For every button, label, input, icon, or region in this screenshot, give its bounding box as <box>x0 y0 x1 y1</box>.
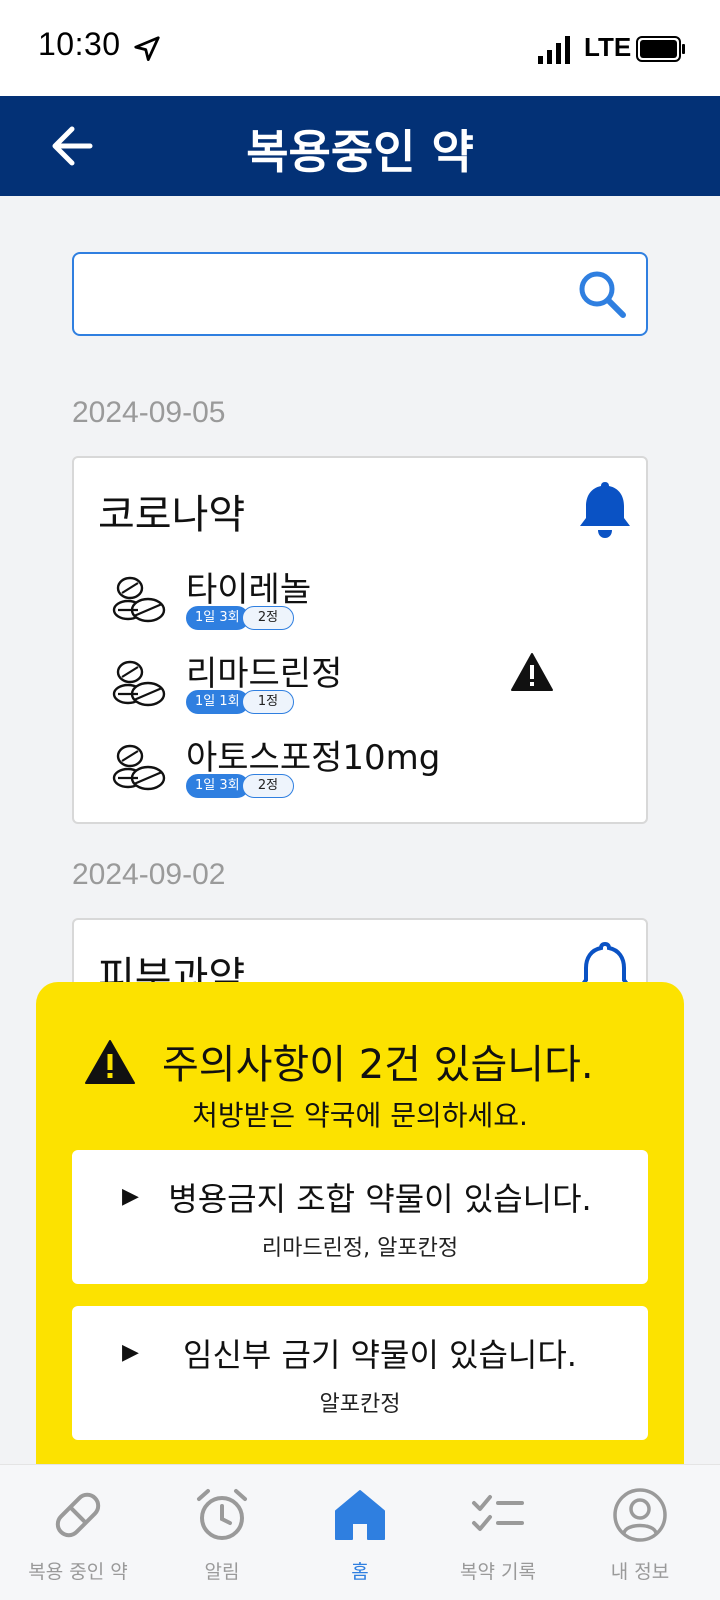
caution-title: 주의사항이 2건 있습니다. <box>162 1042 594 1088</box>
medication-item[interactable]: 타이레놀 1일 3회 2정 <box>74 562 650 642</box>
pills-icon <box>112 576 166 623</box>
prescription-date: 2024-09-02 <box>72 858 226 891</box>
caution-subtitle: 처방받은 약국에 문의하세요. <box>192 1099 528 1132</box>
quantity-badge: 2정 <box>242 774 294 798</box>
battery-icon <box>636 36 685 62</box>
nav-label: 복용 중인 약 <box>28 1561 128 1583</box>
caution-item-interaction[interactable]: ▶ 병용금지 조합 약물이 있습니다. 리마드린정, 알포칸정 <box>72 1150 648 1284</box>
search-input[interactable] <box>88 264 558 324</box>
warning-icon <box>85 1040 135 1084</box>
medication-item[interactable]: 아토스포정10mg 1일 3회 2정 <box>74 730 650 810</box>
pills-icon <box>112 744 166 791</box>
caution-item-pregnancy[interactable]: ▶ 임신부 금기 약물이 있습니다. 알포칸정 <box>72 1306 648 1440</box>
medication-name: 리마드린정 <box>186 654 343 694</box>
pills-icon <box>112 660 166 707</box>
search-icon[interactable] <box>576 268 628 320</box>
quantity-badge: 2정 <box>242 606 294 630</box>
frequency-badge: 1일 3회 <box>186 606 249 630</box>
nav-item-records[interactable]: 복약 기록 <box>426 1465 570 1600</box>
nav-label: 알림 <box>204 1561 240 1583</box>
medication-name: 아토스포정10mg <box>186 738 441 778</box>
search-box <box>72 252 648 336</box>
prescription-title: 코로나약 <box>98 492 246 538</box>
caution-item-title: 병용금지 조합 약물이 있습니다. <box>168 1180 592 1218</box>
caution-item-detail: 리마드린정, 알포칸정 <box>261 1236 459 1261</box>
prescription-date: 2024-09-05 <box>72 396 226 429</box>
caution-panel: 주의사항이 2건 있습니다. 처방받은 약국에 문의하세요. ▶ 병용금지 조합… <box>36 982 684 1502</box>
nav-label: 내 정보 <box>610 1561 670 1583</box>
network-type: LTE <box>584 32 632 62</box>
nav-label: 홈 <box>351 1561 369 1583</box>
home-icon <box>335 1490 385 1540</box>
frequency-badge: 1일 3회 <box>186 774 249 798</box>
frequency-badge: 1일 1회 <box>186 690 249 714</box>
app-header: 복용중인 약 <box>0 96 720 196</box>
nav-item-home[interactable]: 홈 <box>288 1465 432 1600</box>
nav-item-profile[interactable]: 내 정보 <box>568 1465 712 1600</box>
caution-item-title: 임신부 금기 약물이 있습니다. <box>183 1336 577 1374</box>
prescription-card[interactable]: 코로나약 타이레놀 1일 3회 2정 리마드린정 1일 1회 1정 아토스포정1… <box>72 456 648 824</box>
bottom-nav: 복용 중인 약 알림 홈 복약 기록 내 정보 <box>0 1464 720 1600</box>
warning-icon <box>511 653 553 691</box>
status-bar: 10:30 LTE <box>0 0 720 96</box>
nav-item-medications[interactable]: 복용 중인 약 <box>6 1465 150 1600</box>
nav-item-alarms[interactable]: 알림 <box>150 1465 294 1600</box>
page-title: 복용중인 약 <box>246 125 474 179</box>
pill-icon <box>55 1492 101 1538</box>
bell-icon[interactable] <box>574 478 636 542</box>
status-time: 10:30 <box>38 26 121 62</box>
profile-icon <box>613 1488 667 1542</box>
signal-icon <box>538 36 570 64</box>
alarm-clock-icon <box>197 1489 247 1540</box>
medication-name: 타이레놀 <box>186 570 312 610</box>
medication-item[interactable]: 리마드린정 1일 1회 1정 <box>74 646 650 726</box>
checklist-icon <box>472 1495 524 1531</box>
nav-label: 복약 기록 <box>460 1561 536 1583</box>
caution-item-detail: 알포칸정 <box>319 1392 401 1417</box>
quantity-badge: 1정 <box>242 690 294 714</box>
location-arrow-icon <box>134 36 160 61</box>
